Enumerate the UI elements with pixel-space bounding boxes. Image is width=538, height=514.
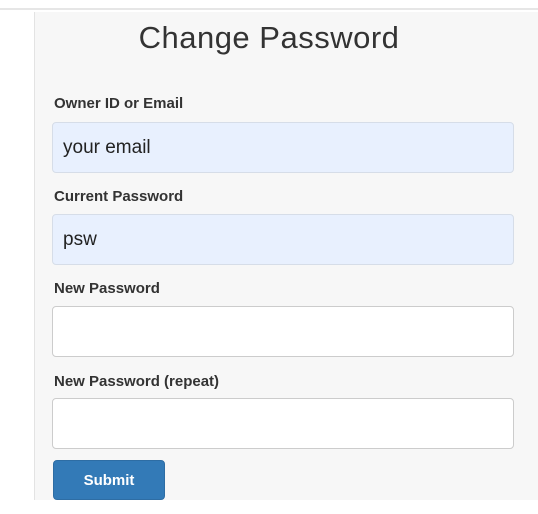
change-password-page: Change Password Owner ID or Email your e… — [0, 0, 538, 514]
owner-id-email-input[interactable]: your email — [52, 122, 514, 173]
submit-button[interactable]: Submit — [53, 460, 165, 500]
current-password-input[interactable]: psw — [52, 214, 514, 265]
new-password-label: New Password — [54, 280, 160, 297]
page-title: Change Password — [138, 20, 400, 55]
owner-id-email-value: your email — [63, 136, 151, 158]
new-password-repeat-input[interactable] — [52, 398, 514, 449]
owner-id-label: Owner ID or Email — [54, 95, 184, 112]
top-divider — [0, 8, 538, 10]
new-password-repeat-label: New Password (repeat) — [54, 373, 220, 390]
new-password-input[interactable] — [52, 306, 514, 357]
current-password-label: Current Password — [54, 188, 184, 205]
current-password-value: psw — [63, 228, 97, 250]
